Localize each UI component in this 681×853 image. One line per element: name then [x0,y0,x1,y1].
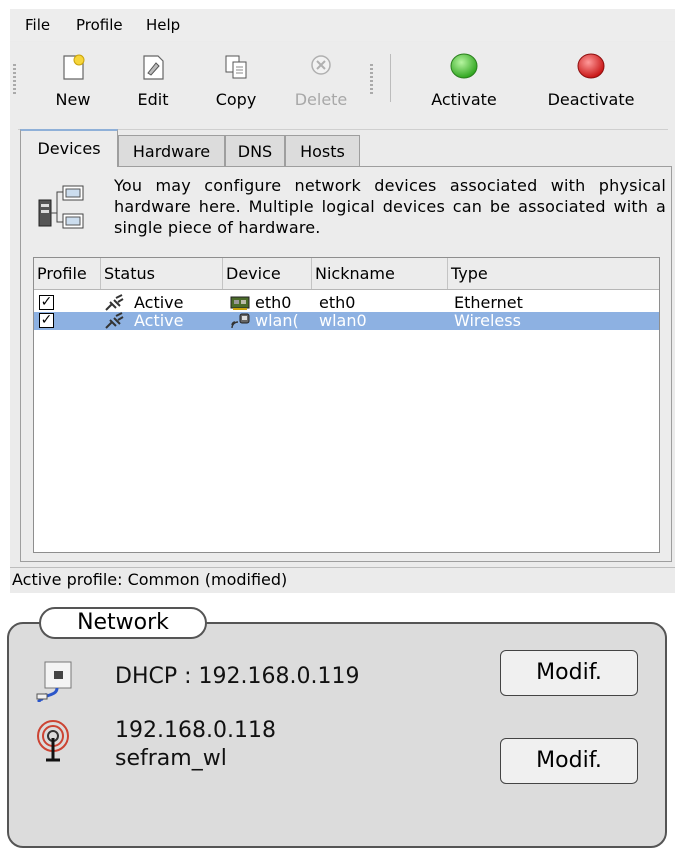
devices-tab-panel: You may configure network devices associ… [20,166,672,562]
new-button[interactable]: New [44,50,102,122]
menu-file[interactable]: File [25,16,50,34]
tab-hardware[interactable]: Hardware [118,135,225,166]
deactivate-button[interactable]: Deactivate [533,50,649,122]
modify-wired-button[interactable]: Modif. [500,650,638,696]
network-panel-title: Network [39,607,207,639]
menu-help[interactable]: Help [146,16,180,34]
connection-plug-icon [105,294,124,311]
devices-description: You may configure network devices associ… [114,176,666,237]
column-header-nickname[interactable]: Nickname [312,258,448,289]
wired-network-icon [36,661,72,702]
tab-hosts[interactable]: Hosts [285,135,360,166]
table-row[interactable]: ✓ Active wlan( wlan0 Wireless [34,312,659,330]
red-circle-icon [577,53,605,79]
tab-devices[interactable]: Devices [20,129,118,167]
delete-label: Delete [294,90,348,109]
network-hardware-icon [38,185,84,229]
active-profile-status: Active profile: Common (modified) [12,570,288,589]
column-header-device[interactable]: Device [223,258,312,289]
statusbar: Active profile: Common (modified) [10,567,675,592]
wired-connection-info: DHCP : 192.168.0.119 [115,664,360,689]
deactivate-label: Deactivate [547,90,635,109]
wireless-card-icon [231,313,250,329]
type-cell: Ethernet [454,294,523,312]
edit-button[interactable]: Edit [128,50,178,122]
device-cell: wlan( [255,312,299,330]
wireless-ssid: sefram_wl [115,746,227,771]
edit-icon [143,55,164,80]
menubar: File Profile Help [10,9,675,41]
network-panel: Network DHCP : 192.168.0.119 Modif. 192.… [7,607,667,848]
toolbar-grip[interactable] [13,64,16,94]
copy-icon [225,55,247,79]
nickname-cell: eth0 [319,294,356,312]
column-header-type[interactable]: Type [448,258,659,289]
delete-button[interactable]: Delete [286,50,356,122]
toolbar-separator [390,54,391,102]
column-header-profile[interactable]: Profile [34,258,101,289]
toolbar: New Edit Copy Delete Activate Deactivate [10,42,675,130]
profile-checkbox[interactable]: ✓ [39,313,54,328]
type-cell: Wireless [454,312,521,330]
green-circle-icon [450,53,478,79]
wireless-ip: 192.168.0.118 [115,718,276,743]
column-header-status[interactable]: Status [101,258,223,289]
nickname-cell: wlan0 [319,312,367,330]
device-cell: eth0 [255,294,292,312]
new-document-icon [63,54,85,80]
new-label: New [55,90,91,109]
network-card-icon [230,296,250,310]
network-configuration-window: File Profile Help New Edit Copy Delete A… [10,9,675,593]
activate-button[interactable]: Activate [418,50,510,122]
profile-checkbox[interactable]: ✓ [39,295,54,310]
activate-label: Activate [431,90,497,109]
copy-button[interactable]: Copy [208,50,264,122]
edit-label: Edit [137,90,169,109]
delete-icon [311,55,331,75]
devices-table[interactable]: Profile Status Device Nickname Type ✓ Ac… [33,257,660,553]
status-cell: Active [134,294,184,312]
status-cell: Active [134,312,184,330]
copy-label: Copy [215,90,257,109]
tab-dns[interactable]: DNS [225,135,285,166]
toolbar-grip[interactable] [370,64,373,94]
table-header: Profile Status Device Nickname Type [34,258,659,290]
table-row[interactable]: ✓ Active eth0 eth0 Ethernet [34,294,659,312]
connection-plug-icon [105,312,124,329]
menu-profile[interactable]: Profile [76,16,123,34]
modify-wireless-button[interactable]: Modif. [500,738,638,784]
antenna-icon [37,720,69,762]
